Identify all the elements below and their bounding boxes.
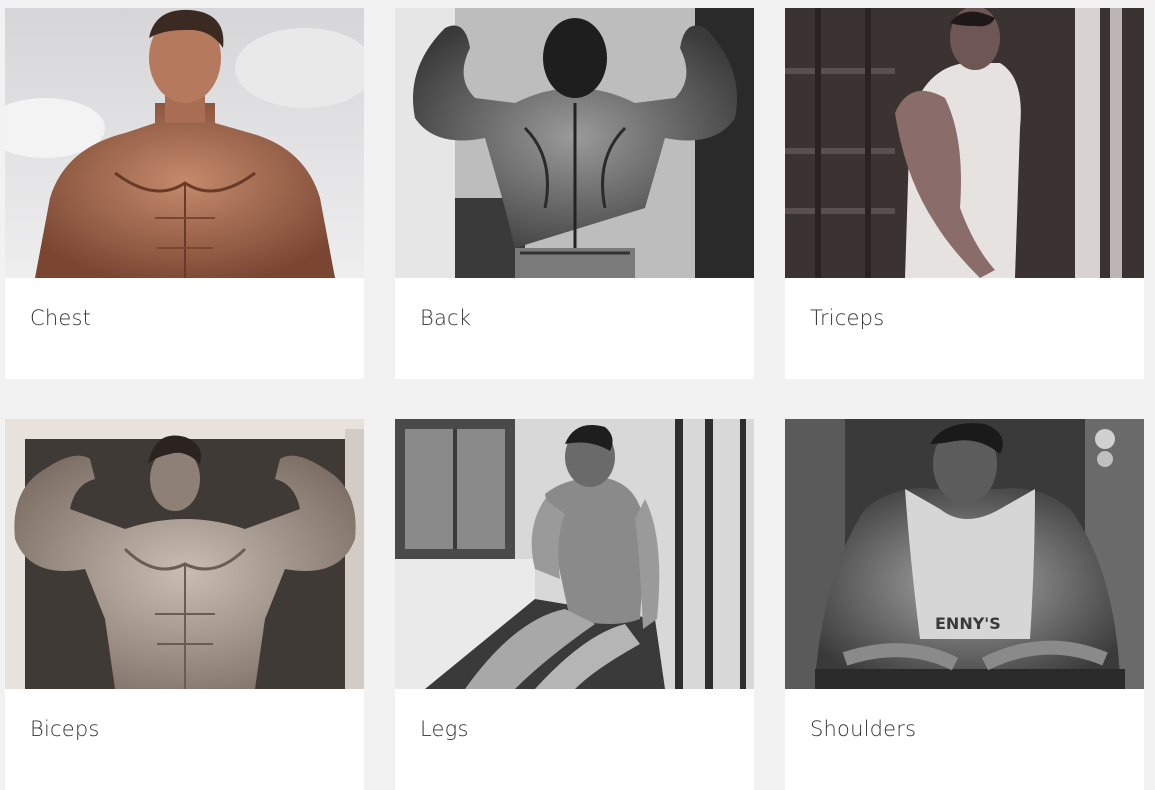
- category-card-triceps[interactable]: Triceps: [785, 8, 1144, 379]
- triceps-photo[interactable]: [785, 8, 1144, 278]
- category-card-back[interactable]: Back: [395, 8, 754, 379]
- card-title: Triceps: [810, 306, 885, 330]
- category-card-shoulders[interactable]: ENNY'S Shoulders: [785, 419, 1144, 790]
- category-grid: Chest Back Triceps Biceps Legs ENNY'S Sh…: [5, 8, 1144, 790]
- shoulders-photo[interactable]: ENNY'S: [785, 419, 1144, 689]
- legs-photo[interactable]: [395, 419, 754, 689]
- category-card-chest[interactable]: Chest: [5, 8, 364, 379]
- biceps-photo[interactable]: [5, 419, 364, 689]
- category-card-biceps[interactable]: Biceps: [5, 419, 364, 790]
- category-card-legs[interactable]: Legs: [395, 419, 754, 790]
- card-title: Biceps: [30, 717, 100, 741]
- card-title: Back: [420, 306, 472, 330]
- back-photo[interactable]: [395, 8, 754, 278]
- chest-photo[interactable]: [5, 8, 364, 278]
- svg-text:ENNY'S: ENNY'S: [935, 614, 1001, 633]
- card-title: Chest: [30, 306, 92, 330]
- card-title: Legs: [420, 717, 469, 741]
- card-title: Shoulders: [810, 717, 917, 741]
